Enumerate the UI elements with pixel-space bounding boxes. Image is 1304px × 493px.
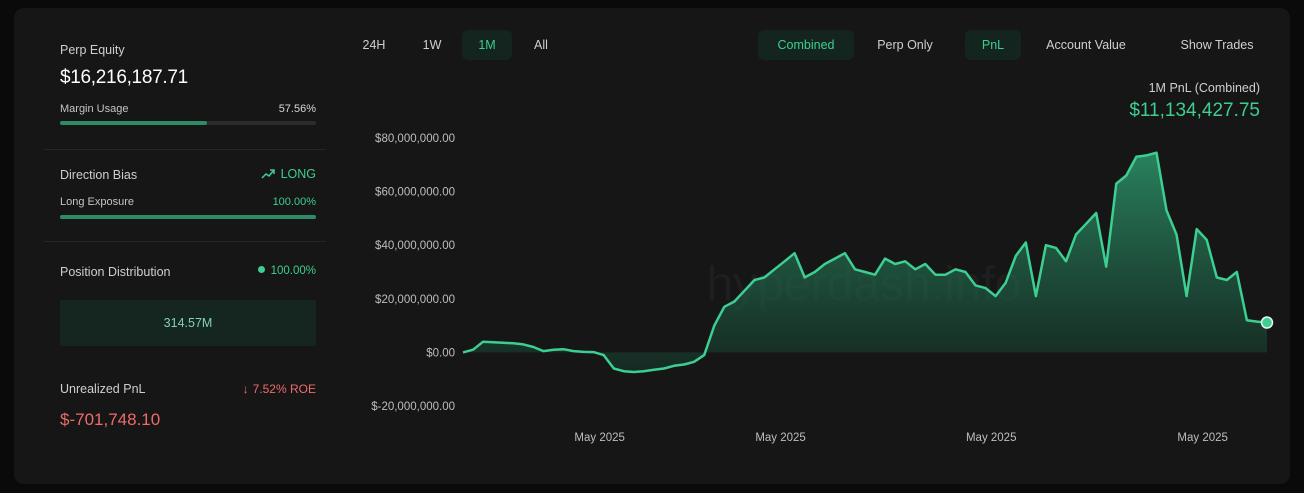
metric-account-value-button[interactable]: Account Value — [1030, 30, 1142, 60]
y-tick-label: $20,000,000.00 — [375, 294, 455, 306]
direction-bias-value: LONG — [280, 167, 316, 181]
timeframe-1m[interactable]: 1M — [462, 30, 512, 60]
x-tick-label: May 2025 — [1177, 432, 1228, 444]
direction-bias-indicator: LONG — [261, 167, 316, 183]
divider — [44, 241, 326, 242]
show-trades-button[interactable]: Show Trades — [1160, 30, 1274, 60]
y-tick-label: $40,000,000.00 — [375, 240, 455, 252]
position-distribution-label: Position Distribution — [60, 265, 171, 279]
long-exposure-label: Long Exposure — [60, 196, 134, 208]
position-distribution-value: 100.00% — [270, 265, 316, 277]
pnl-series-line — [462, 151, 1268, 374]
perp-equity-label: Perp Equity — [60, 43, 125, 57]
timeframe-all[interactable]: All — [520, 30, 562, 60]
pnl-chart[interactable]: hyperdash.info $-20,000,000.00 $0.00 $20,0… — [14, 8, 1290, 484]
position-distribution-indicator: 100.00% — [257, 265, 316, 277]
unrealized-pnl-roe: 7.52% ROE — [252, 382, 316, 396]
y-tick-label: $60,000,000.00 — [375, 187, 455, 199]
y-tick-label: $80,000,000.00 — [375, 133, 455, 145]
margin-usage-value: 57.56% — [278, 103, 316, 115]
last-point-marker[interactable] — [1260, 316, 1274, 329]
margin-usage-bar — [60, 121, 316, 125]
metric-pnl-button[interactable]: PnL — [965, 30, 1021, 60]
margin-usage-label: Margin Usage — [60, 103, 129, 115]
direction-bias-label: Direction Bias — [60, 168, 138, 182]
position-distribution-amount: 314.57M — [163, 316, 213, 330]
long-exposure-fill — [60, 215, 316, 219]
chart-header-label: 1M PnL (Combined) — [1148, 81, 1260, 95]
unrealized-pnl-label: Unrealized PnL — [60, 382, 146, 396]
margin-usage-fill — [60, 121, 208, 125]
trend-up-icon — [261, 168, 275, 183]
x-tick-label: May 2025 — [966, 432, 1017, 444]
unrealized-pnl-value: $-701,748.10 — [60, 410, 161, 429]
mode-perp-only-button[interactable]: Perp Only — [860, 30, 950, 60]
position-distribution-bar[interactable]: 314.57M — [60, 300, 316, 346]
mode-combined-button[interactable]: Combined — [758, 30, 854, 60]
dashboard-card: Perp Equity $16,216,187.71 Margin Usage … — [14, 8, 1290, 484]
x-tick-label: May 2025 — [755, 432, 806, 444]
pnl-area — [463, 152, 1267, 372]
long-exposure-value: 100.00% — [272, 196, 316, 208]
y-tick-label: $0.00 — [426, 347, 455, 359]
chart-header-value: $11,134,427.75 — [1129, 100, 1260, 121]
divider — [44, 149, 326, 150]
watermark: hyperdash.info — [707, 258, 1022, 311]
perp-equity-value: $16,216,187.71 — [60, 67, 188, 88]
timeframe-1w[interactable]: 1W — [410, 30, 454, 60]
x-tick-label: May 2025 — [574, 432, 625, 444]
long-exposure-bar — [60, 215, 316, 219]
arrow-down-icon: ↓ — [242, 382, 249, 396]
timeframe-24h[interactable]: 24H — [351, 30, 397, 60]
y-tick-label: $-20,000,000.00 — [371, 401, 455, 413]
unrealized-pnl-roe-indicator: ↓ 7.52% ROE — [243, 382, 316, 396]
dot-icon — [257, 266, 265, 273]
